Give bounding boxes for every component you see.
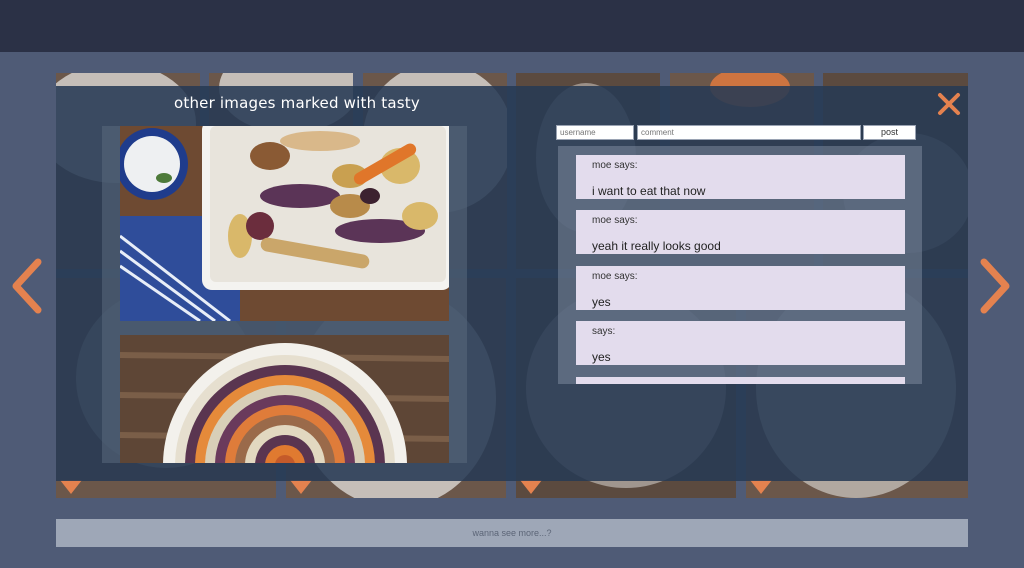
comment-text: yes	[592, 295, 611, 309]
modal-title: other images marked with tasty	[174, 94, 420, 112]
comment-author: says:	[592, 326, 616, 337]
close-button[interactable]	[936, 91, 962, 117]
close-icon	[938, 93, 960, 115]
comment-item	[576, 377, 905, 384]
comment-author: moe says:	[592, 215, 638, 226]
comment-text: yeah it really looks good	[592, 239, 721, 253]
related-image[interactable]	[120, 126, 449, 321]
comment-text: yes	[592, 350, 611, 364]
comment-author: moe says:	[592, 271, 638, 282]
related-image[interactable]	[120, 335, 449, 463]
chevron-left-icon	[12, 258, 42, 314]
comment-item: moe says: yes	[576, 266, 905, 310]
image-modal: other images marked with tasty username …	[56, 86, 968, 481]
next-image-button[interactable]	[978, 256, 1014, 316]
post-button[interactable]: post	[863, 125, 916, 140]
prev-image-button[interactable]	[8, 256, 44, 316]
chevron-right-icon	[980, 258, 1010, 314]
comment-item: moe says: i want to eat that now	[576, 155, 905, 199]
related-images-panel	[102, 126, 467, 463]
username-field[interactable]	[556, 125, 634, 140]
comment-text: i want to eat that now	[592, 184, 706, 198]
comments-list[interactable]: moe says: i want to eat that now moe say…	[558, 146, 922, 384]
see-more-button[interactable]: wanna see more...?	[56, 519, 968, 547]
comment-author: moe says:	[592, 160, 638, 171]
comment-field[interactable]	[637, 125, 861, 140]
top-bar	[0, 0, 1024, 52]
comment-item: says: yes	[576, 321, 905, 365]
comment-item: moe says: yeah it really looks good	[576, 210, 905, 254]
